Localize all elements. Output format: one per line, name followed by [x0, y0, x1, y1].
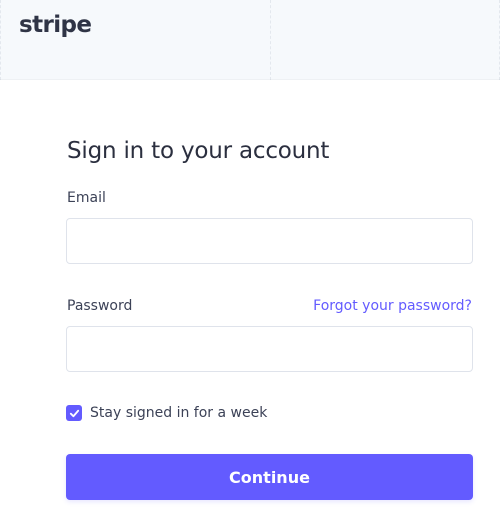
sign-in-page: stripe Sign in to your account Email Pas… — [0, 0, 500, 521]
grid-guide-line — [270, 0, 271, 80]
page-title: Sign in to your account — [67, 138, 330, 164]
password-field[interactable] — [66, 326, 473, 372]
check-icon — [69, 409, 79, 417]
grid-guide-line — [0, 0, 1, 80]
email-field[interactable] — [66, 218, 473, 264]
stay-signed-in-checkbox[interactable] — [66, 405, 82, 421]
email-label: Email — [67, 190, 106, 206]
header-band: stripe — [0, 0, 500, 80]
forgot-password-link[interactable]: Forgot your password? — [313, 298, 472, 314]
stay-signed-in-label[interactable]: Stay signed in for a week — [90, 405, 267, 421]
password-label: Password — [67, 298, 133, 314]
stripe-logo[interactable]: stripe — [19, 12, 92, 38]
sign-in-form: Sign in to your account Email Password F… — [0, 80, 500, 521]
continue-button[interactable]: Continue — [66, 454, 473, 500]
